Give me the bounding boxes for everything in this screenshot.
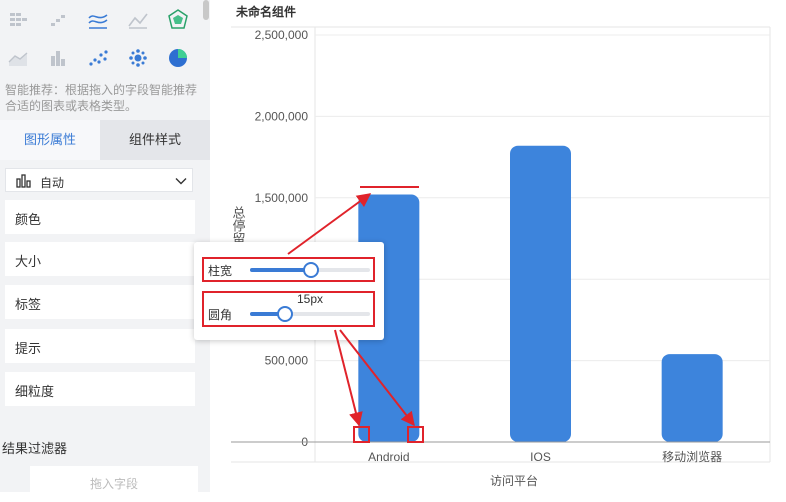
y-tick-label: 2,000,000 <box>255 109 309 123</box>
bar-width-slider[interactable] <box>250 262 370 278</box>
y-tick-label: 500,000 <box>265 354 309 368</box>
corner-radius-slider-handle[interactable] <box>276 306 293 322</box>
bar-width-label: 柱宽 <box>208 264 233 278</box>
x-tick-label: 移动浏览器 <box>662 449 722 464</box>
bar-width-slider-fill <box>250 268 310 272</box>
bar <box>661 354 723 442</box>
x-tick-label: Android <box>368 450 409 464</box>
y-tick-label: 1,500,000 <box>255 191 309 205</box>
bar-style-popup: 柱宽 15px 圆角 <box>194 242 384 340</box>
bar-chart: 0500,0001,000,0001,500,0002,000,0002,500… <box>231 26 771 488</box>
bar <box>510 145 571 443</box>
bar-width-slider-handle[interactable] <box>303 262 319 278</box>
y-axis-title: 总停留 <box>231 206 246 245</box>
corner-radius-value: 15px <box>297 292 324 306</box>
y-tick-label: 2,500,000 <box>255 28 309 42</box>
x-tick-label: IOS <box>530 450 551 464</box>
x-axis-title: 访问平台 <box>490 473 538 488</box>
corner-radius-label: 圆角 <box>208 308 233 322</box>
corner-radius-slider[interactable] <box>250 306 370 322</box>
